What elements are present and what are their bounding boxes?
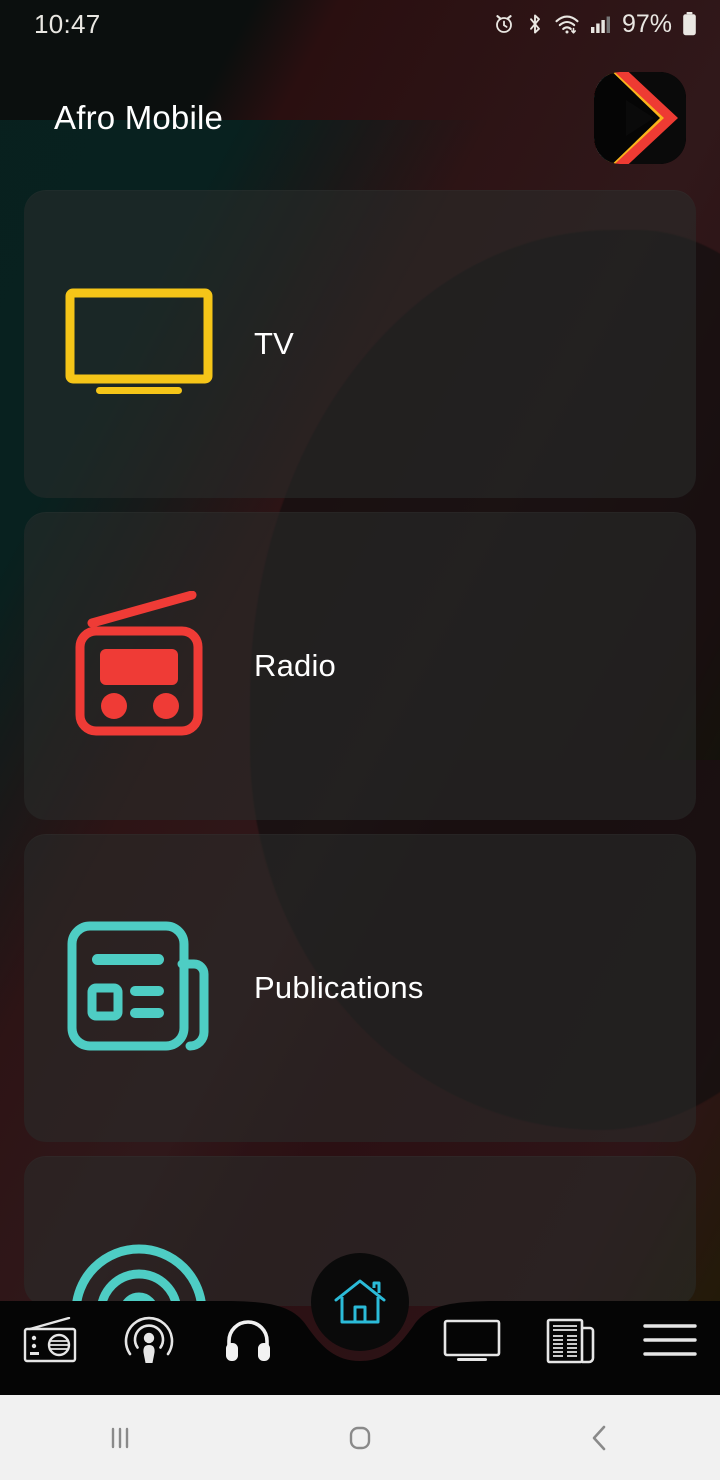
tv-icon — [24, 287, 254, 402]
status-time: 10:47 — [34, 8, 101, 39]
battery-icon — [683, 12, 696, 36]
wifi-icon — [555, 15, 579, 34]
radio-icon — [23, 1317, 76, 1363]
headphones-icon — [226, 1320, 271, 1361]
menu-card-list: TV Radio Publications — [24, 190, 696, 1306]
newspaper-icon — [546, 1318, 595, 1364]
menu-card-label-tv: TV — [254, 326, 295, 361]
bottom-navigation-bar — [0, 1253, 720, 1395]
home-button[interactable] — [280, 1395, 440, 1480]
battery-percent-label: 97% — [621, 9, 672, 38]
back-button[interactable] — [520, 1395, 680, 1480]
afro-mobile-logo[interactable] — [594, 72, 686, 164]
broadcast-icon — [24, 1156, 254, 1306]
recents-button[interactable] — [40, 1395, 200, 1480]
home-icon — [334, 1279, 386, 1324]
app-title: Afro Mobile — [54, 99, 224, 136]
menu-card-label-publications: Publications — [254, 970, 424, 1005]
nav-home[interactable] — [311, 1253, 409, 1351]
newspaper-icon — [24, 918, 254, 1058]
cellular-signal-icon — [590, 16, 610, 33]
menu-card-publications[interactable]: Publications — [24, 834, 696, 1142]
nav-audio[interactable] — [199, 1285, 298, 1395]
nav-publications[interactable] — [521, 1285, 620, 1395]
nav-podcasts[interactable] — [99, 1285, 198, 1395]
android-system-nav — [0, 1395, 720, 1480]
radio-icon — [24, 591, 254, 741]
app-header: Afro Mobile — [0, 48, 720, 188]
hamburger-menu-icon — [643, 1324, 698, 1356]
podcast-icon — [124, 1316, 174, 1363]
nav-radio[interactable] — [0, 1285, 99, 1395]
status-icons: 97% — [492, 10, 698, 39]
monitor-icon — [443, 1319, 501, 1361]
phone-screen: 10:47 97% Afro Mobile TV Radio Publicati… — [0, 0, 720, 1480]
home-square-icon — [349, 1426, 371, 1449]
nav-menu[interactable] — [621, 1285, 720, 1395]
menu-card-radio[interactable]: Radio — [24, 512, 696, 820]
menu-card-label-radio: Radio — [254, 648, 336, 683]
status-bar: 10:47 97% — [0, 0, 720, 48]
menu-card-tv[interactable]: TV — [24, 190, 696, 498]
alarm-icon — [496, 15, 512, 33]
bluetooth-icon — [530, 14, 540, 34]
nav-tv[interactable] — [422, 1285, 521, 1395]
recents-icon — [111, 1427, 129, 1448]
back-chevron-icon — [592, 1425, 606, 1450]
